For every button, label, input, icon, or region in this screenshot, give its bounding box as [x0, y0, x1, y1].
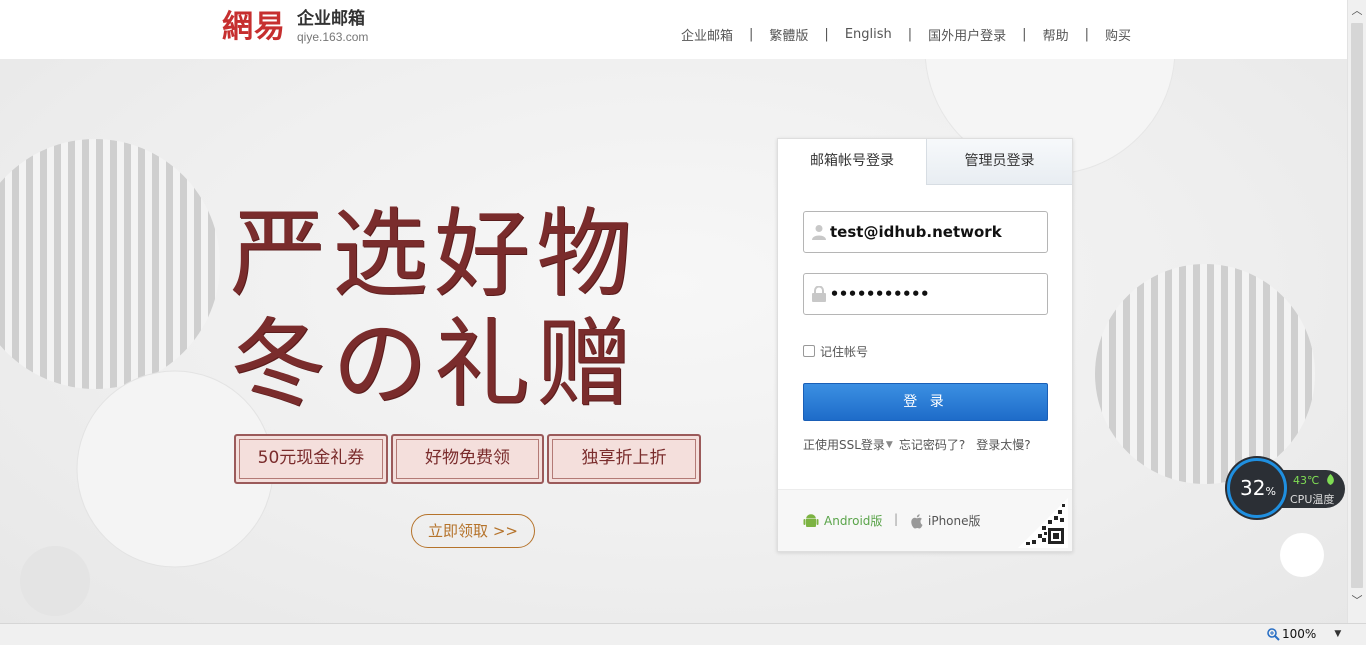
cpu-temperature-label: CPU温度: [1290, 493, 1335, 506]
hero-banner[interactable]: 严选好物 冬の礼赠 50元现金礼券 好物免费领 独享折上折 立即领取 >> 邮箱…: [0, 59, 1347, 623]
apple-icon: [911, 513, 923, 529]
tab-admin-login[interactable]: 管理员登录: [926, 139, 1072, 185]
nav-enterprise-mail[interactable]: 企业邮箱: [681, 25, 733, 44]
remember-account[interactable]: 记住帐号: [803, 343, 868, 359]
browser-status-bar: 100% ▼: [0, 623, 1366, 645]
slogan-line-1: 严选好物: [230, 198, 638, 310]
nav-separator: |: [1022, 26, 1027, 42]
nav-english[interactable]: English: [845, 27, 892, 42]
nav-separator: |: [907, 26, 913, 42]
cpu-percent: 32: [1240, 476, 1266, 500]
badge-extra-discount: 独享折上折: [547, 434, 701, 484]
striped-circle-left: [0, 139, 220, 389]
mobile-apps-bar: Android版 | iPhone版: [778, 489, 1072, 551]
zoom-icon: [1267, 627, 1280, 641]
iphone-app-link[interactable]: iPhone版: [909, 512, 981, 529]
zoom-level: 100%: [1282, 627, 1317, 641]
app-separator: |: [894, 512, 899, 526]
logo-title: 企业邮箱: [297, 9, 365, 29]
user-icon: [812, 224, 826, 240]
leaf-icon: [1327, 474, 1334, 485]
promo-badges: 50元现金礼券 好物免费领 独享折上折: [234, 434, 704, 484]
netease-logo[interactable]: 網易 企业邮箱 qiye.163.com: [222, 8, 382, 48]
android-app-link[interactable]: Android版: [803, 512, 882, 529]
promo-slogan: 严选好物 冬の礼赠: [230, 199, 720, 419]
logo-domain: qiye.163.com: [297, 30, 369, 44]
top-navigation: 企业邮箱 | 繁體版 | English | 国外用户登录 | 帮助 | 购买: [681, 25, 1131, 44]
cpu-usage-gauge: 32%: [1227, 458, 1287, 518]
lock-icon: [812, 285, 826, 302]
slogan-line-2: 冬の礼赠: [230, 308, 638, 420]
login-slow-link[interactable]: 登录太慢?: [976, 436, 1030, 453]
decor-dot-left: [20, 546, 90, 616]
username-field[interactable]: [803, 211, 1048, 253]
scroll-down-icon[interactable]: ﹀: [1351, 594, 1363, 608]
badge-cash-coupon: 50元现金礼券: [234, 434, 388, 484]
login-tabs: 邮箱帐号登录 管理员登录: [778, 139, 1072, 185]
chevron-down-icon[interactable]: ▼: [1334, 629, 1341, 639]
nav-traditional-chinese[interactable]: 繁體版: [769, 25, 808, 44]
site-header: 網易 企业邮箱 qiye.163.com 企业邮箱 | 繁體版 | Englis…: [0, 0, 1347, 59]
nav-help[interactable]: 帮助: [1043, 25, 1069, 44]
login-links: 正使用SSL登录 ▼ 忘记密码了? 登录太慢?: [803, 436, 1031, 453]
nav-separator: |: [1084, 26, 1089, 42]
iphone-label: iPhone版: [928, 514, 981, 528]
tab-mailbox-login[interactable]: 邮箱帐号登录: [778, 139, 926, 185]
forgot-password-link[interactable]: 忘记密码了?: [899, 436, 965, 453]
logo-mark: 網易: [222, 9, 286, 45]
android-icon: [803, 513, 819, 527]
badge-free-goods: 好物免费领: [391, 434, 544, 484]
vertical-scrollbar[interactable]: ︿ ﹀: [1347, 0, 1366, 623]
ssl-login-link[interactable]: 正使用SSL登录: [803, 436, 885, 453]
scroll-up-icon[interactable]: ︿: [1351, 4, 1363, 18]
zoom-control[interactable]: 100% ▼: [1267, 627, 1341, 641]
decor-dot-right: [1280, 533, 1324, 577]
remember-checkbox[interactable]: [803, 345, 815, 357]
android-label: Android版: [824, 514, 883, 528]
cpu-temperature: 43℃: [1293, 474, 1320, 487]
login-panel: 邮箱帐号登录 管理员登录 记住帐号 登 录 正使用SSL登录 ▼ 忘记密码了? …: [777, 138, 1073, 552]
claim-now-button[interactable]: 立即领取 >>: [411, 514, 535, 548]
cpu-percent-unit: %: [1265, 485, 1276, 498]
login-button[interactable]: 登 录: [803, 383, 1048, 421]
password-input[interactable]: [830, 280, 1042, 308]
caret-down-icon[interactable]: ▼: [886, 440, 893, 450]
qr-code-icon[interactable]: [1018, 498, 1068, 548]
nav-overseas-login[interactable]: 国外用户登录: [928, 25, 1006, 44]
nav-separator: |: [749, 26, 754, 42]
nav-purchase[interactable]: 购买: [1105, 25, 1131, 44]
nav-separator: |: [824, 26, 829, 42]
password-field[interactable]: [803, 273, 1048, 315]
username-input[interactable]: [830, 218, 1042, 246]
scrollbar-thumb[interactable]: [1351, 23, 1363, 588]
remember-label: 记住帐号: [820, 344, 869, 359]
cpu-monitor-widget[interactable]: 32% 43℃ CPU温度: [1227, 458, 1347, 520]
